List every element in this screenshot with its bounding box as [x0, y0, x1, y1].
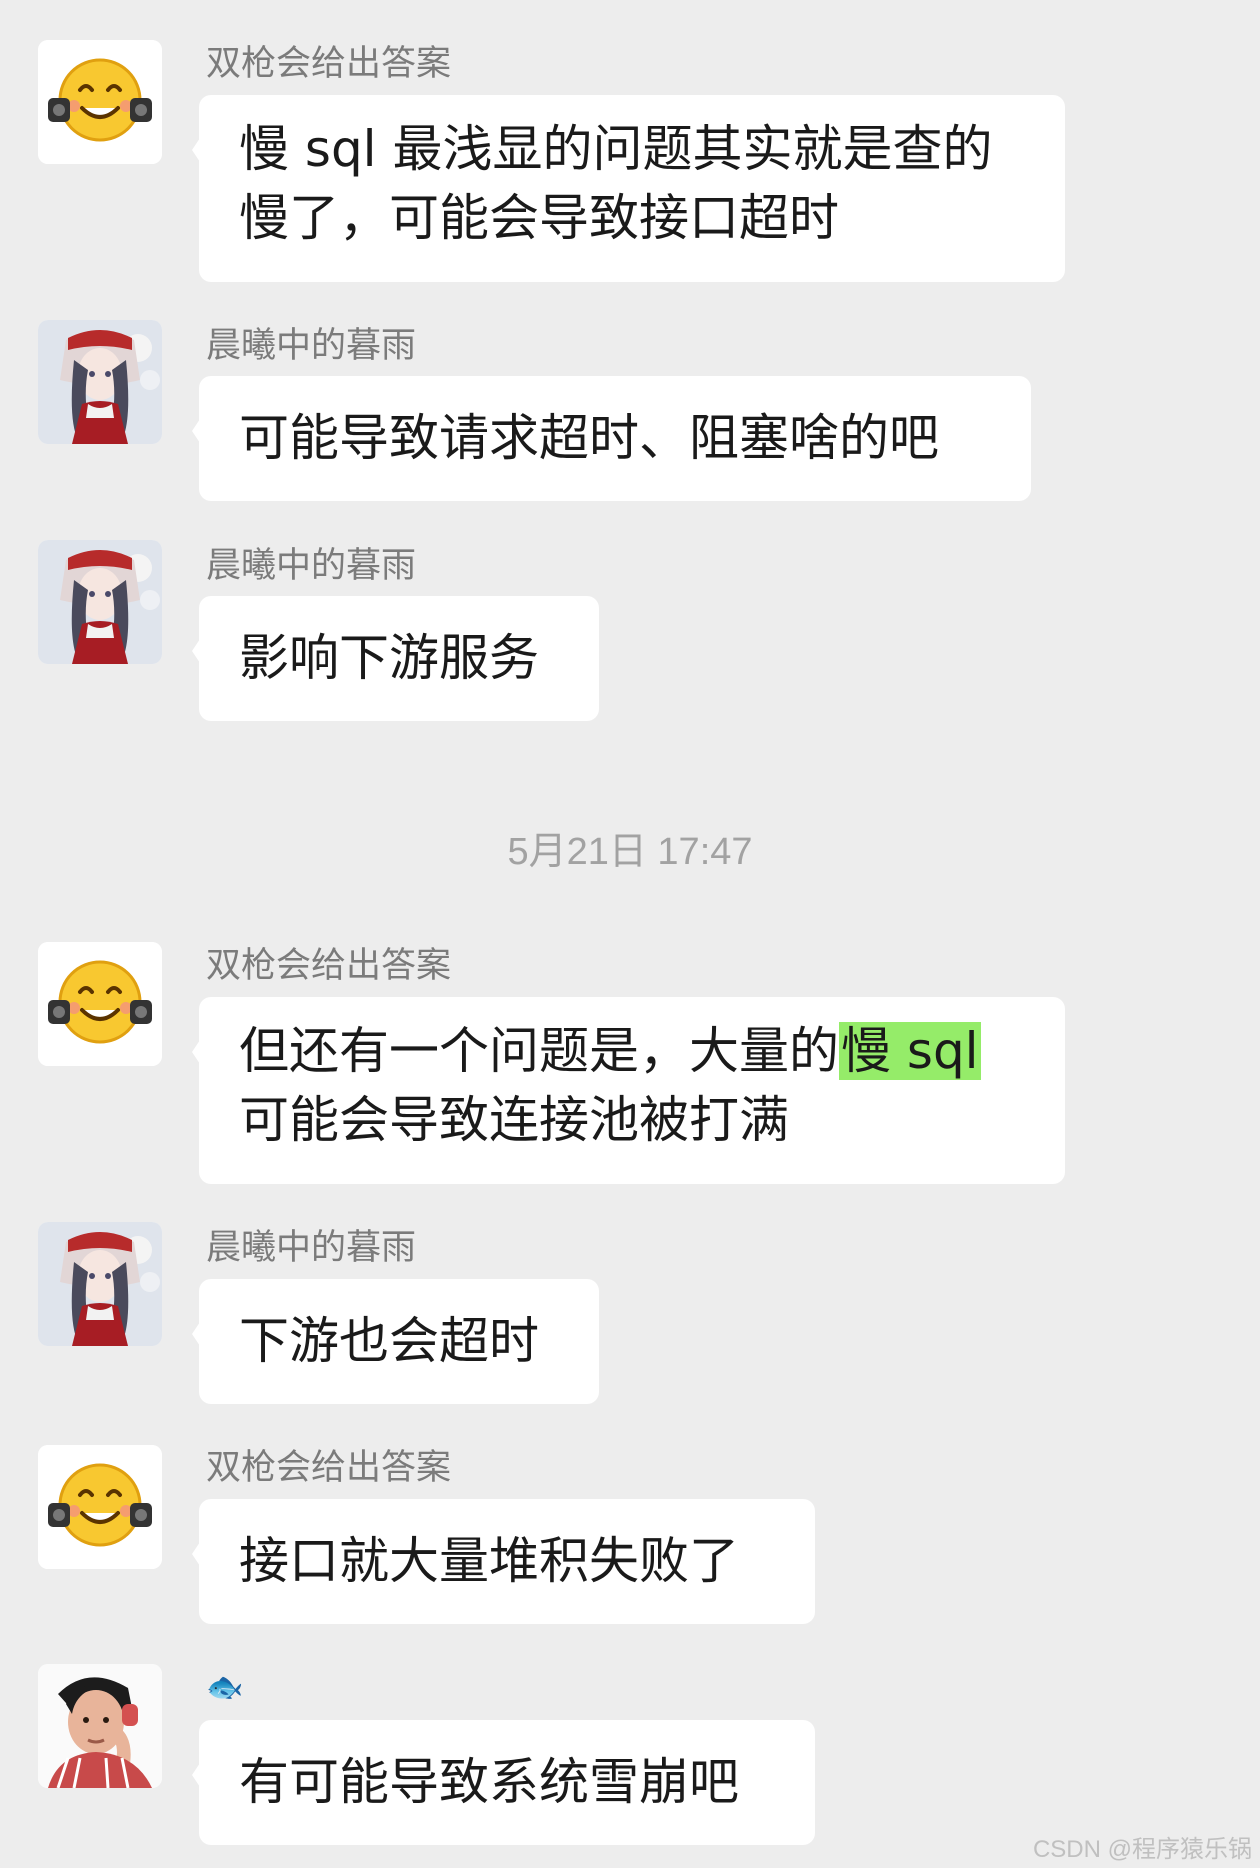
- smiley-gun-emoji-icon[interactable]: [38, 1445, 162, 1569]
- bubble-tail: [192, 639, 200, 663]
- sender-name: 双枪会给出答案: [206, 44, 452, 84]
- message-text: 可能会导致连接池被打满: [239, 1091, 789, 1149]
- message-text: 慢 sql 最浅显的问题其实就是查的: [239, 120, 993, 178]
- message-bubble[interactable]: 接口就大量堆积失败了: [192, 1499, 815, 1624]
- message-text: 有可能导致系统雪崩吧: [239, 1753, 739, 1811]
- bubble-tail: [192, 138, 200, 162]
- bubble-tail: [192, 1040, 200, 1064]
- smiley-gun-emoji-icon[interactable]: [38, 40, 162, 164]
- bubble-tail: [192, 1763, 200, 1787]
- sender-name: 双枪会给出答案: [206, 946, 452, 986]
- smiley-gun-emoji-icon[interactable]: [38, 942, 162, 1066]
- timestamp: 5月21日 17:47: [507, 831, 753, 873]
- message-text: 但还有一个问题是，大量的: [239, 1022, 839, 1080]
- message-bubble[interactable]: 慢 sql 最浅显的问题其实就是查的 慢了，可能会导致接口超时: [192, 95, 1065, 282]
- sender-name: 双枪会给出答案: [206, 1448, 452, 1488]
- man-photo-avatar-icon[interactable]: [38, 1664, 162, 1788]
- message-text: 影响下游服务: [239, 629, 539, 687]
- message-bubble[interactable]: 有可能导致系统雪崩吧: [192, 1720, 815, 1845]
- sender-name: 晨曦中的暮雨: [206, 326, 417, 366]
- anime-girl-avatar-icon[interactable]: [38, 320, 162, 444]
- message-bubble[interactable]: 影响下游服务: [192, 596, 599, 721]
- highlighted-text: 慢 sql: [839, 1022, 981, 1080]
- sender-fish-name: 🐟: [206, 1670, 244, 1705]
- message-text: 下游也会超时: [239, 1312, 539, 1370]
- message-text: 可能导致请求超时、阻塞啥的吧: [239, 409, 939, 467]
- bubble-tail: [192, 1322, 200, 1346]
- message-bubble[interactable]: 但还有一个问题是，大量的慢 sql 可能会导致连接池被打满: [192, 997, 1065, 1184]
- sender-name: 晨曦中的暮雨: [206, 546, 417, 586]
- sender-name: 晨曦中的暮雨: [206, 1228, 417, 1268]
- anime-girl-avatar-icon[interactable]: [38, 540, 162, 664]
- watermark: CSDN @程序猿乐锅: [1032, 1836, 1252, 1863]
- anime-girl-avatar-icon[interactable]: [38, 1222, 162, 1346]
- message-bubble[interactable]: 可能导致请求超时、阻塞啥的吧: [192, 376, 1031, 501]
- bubble-tail: [192, 419, 200, 443]
- bubble-tail: [192, 1542, 200, 1566]
- message-text: 接口就大量堆积失败了: [239, 1532, 739, 1590]
- message-text: 慢了，可能会导致接口超时: [239, 189, 839, 247]
- message-bubble[interactable]: 下游也会超时: [192, 1279, 599, 1404]
